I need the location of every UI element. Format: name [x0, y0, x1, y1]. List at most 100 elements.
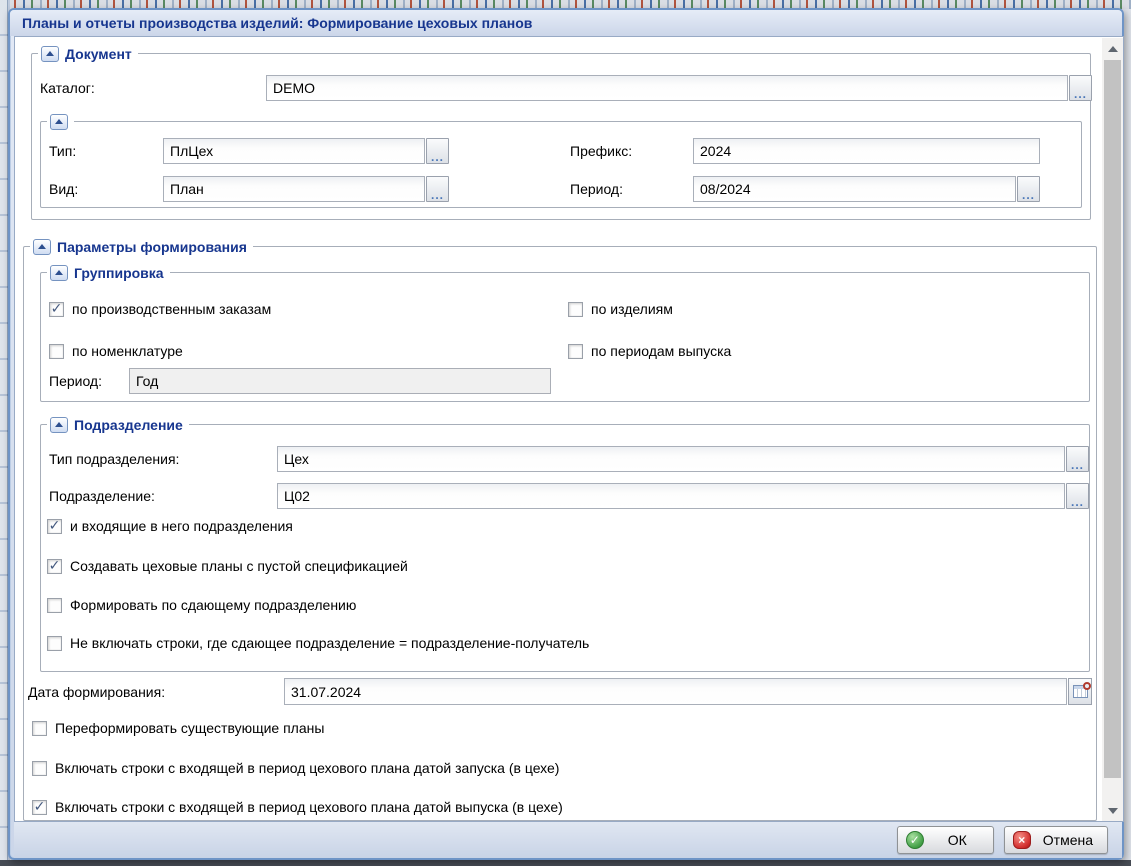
group-grouping-title: Группировка — [74, 265, 164, 281]
chevron-up-icon — [1108, 46, 1118, 52]
chevron-up-icon — [55, 119, 63, 124]
dialog-content: Документ Каталог: ... Тип: ... Вид: — [14, 36, 1124, 822]
checkbox-row-reform-existing-plans[interactable]: ✓ Переформировать существующие планы — [32, 718, 324, 738]
checkbox-reform-existing-plans[interactable]: ✓ — [32, 721, 47, 736]
dialog-title: Планы и отчеты производства изделий: Фор… — [22, 15, 532, 31]
chevron-up-icon — [38, 244, 46, 249]
checkbox-row-include-launch-date-rows[interactable]: ✓ Включать строки с входящей в период це… — [32, 758, 559, 778]
scroll-down-button[interactable] — [1102, 802, 1123, 819]
dialog-footer: ✓ ОК × Отмена — [14, 822, 1122, 858]
dept-type-input[interactable] — [277, 446, 1065, 472]
scroll-thumb[interactable] — [1104, 60, 1121, 778]
checkbox-label: Переформировать существующие планы — [55, 720, 324, 736]
formation-date-calendar-button[interactable] — [1068, 678, 1092, 705]
formation-date-input[interactable] — [284, 678, 1067, 705]
catalog-label: Каталог: — [40, 80, 95, 96]
catalog-field: ... — [266, 75, 1092, 101]
check-icon: ✓ — [49, 518, 61, 532]
background-app-bottom — [0, 860, 1131, 866]
checkbox-label: по изделиям — [591, 301, 673, 317]
formation-date-label: Дата формирования: — [28, 684, 165, 700]
period-label: Период: — [570, 181, 623, 197]
chevron-down-icon — [1108, 808, 1118, 814]
group-formation-parameters-title: Параметры формирования — [57, 239, 247, 255]
checkbox-row-exclude-self-delivery-rows[interactable]: ✓ Не включать строки, где сдающее подраз… — [47, 633, 589, 653]
group-document-title: Документ — [65, 46, 132, 62]
kind-browse-button[interactable]: ... — [426, 176, 449, 202]
vertical-scrollbar[interactable] — [1102, 38, 1123, 821]
period-browse-button[interactable]: ... — [1017, 176, 1040, 202]
cancel-x-icon: × — [1013, 831, 1031, 849]
checkbox-row-form-by-delivering-department[interactable]: ✓ Формировать по сдающему подразделению — [47, 595, 356, 615]
checkbox-row-include-output-date-rows[interactable]: ✓ Включать строки с входящей в период це… — [32, 797, 563, 817]
kind-field: ... — [163, 176, 449, 202]
scroll-up-button[interactable] — [1102, 40, 1123, 57]
group-formation-parameters-legend: Параметры формирования — [30, 237, 253, 256]
collapse-document-button[interactable] — [41, 46, 59, 62]
checkbox-row-include-child-departments[interactable]: ✓ и входящие в него подразделения — [47, 516, 293, 536]
type-label: Тип: — [49, 143, 76, 159]
kind-input[interactable] — [163, 176, 425, 202]
cancel-button[interactable]: × Отмена — [1004, 826, 1108, 854]
dept-field: ... — [277, 483, 1089, 509]
group-department-legend: Подразделение — [47, 415, 189, 434]
checkbox-label: по периодам выпуска — [591, 343, 731, 359]
checkbox-include-child-departments[interactable]: ✓ — [47, 519, 62, 534]
collapse-grouping-button[interactable] — [50, 265, 68, 281]
type-browse-button[interactable]: ... — [426, 138, 449, 164]
prefix-input[interactable] — [693, 138, 1040, 164]
checkbox-include-launch-date-rows[interactable]: ✓ — [32, 761, 47, 776]
chevron-up-icon — [46, 51, 54, 56]
checkbox-row-by-production-orders[interactable]: ✓ по производственным заказам — [49, 299, 271, 319]
collapse-document-details-button[interactable] — [50, 114, 68, 130]
type-input[interactable] — [163, 138, 425, 164]
group-department-title: Подразделение — [74, 417, 183, 433]
grouping-period-input — [129, 368, 551, 394]
collapse-department-button[interactable] — [50, 417, 68, 433]
ellipsis-icon: ... — [1074, 90, 1087, 98]
dept-browse-button[interactable]: ... — [1066, 483, 1089, 509]
ellipsis-icon: ... — [431, 153, 444, 161]
checkbox-row-by-nomenclature[interactable]: ✓ по номенклатуре — [49, 341, 183, 361]
dialog-titlebar[interactable]: Планы и отчеты производства изделий: Фор… — [10, 10, 1122, 36]
checkbox-by-production-orders[interactable]: ✓ — [49, 302, 64, 317]
formation-date-field — [284, 678, 1092, 705]
ok-button[interactable]: ✓ ОК — [897, 826, 994, 854]
ok-check-icon: ✓ — [906, 831, 924, 849]
checkbox-create-empty-spec-plans[interactable]: ✓ — [47, 559, 62, 574]
checkbox-row-create-empty-spec-plans[interactable]: ✓ Создавать цеховые планы с пустой специ… — [47, 556, 408, 576]
group-document: Документ Каталог: ... Тип: ... Вид: — [31, 53, 1091, 220]
group-grouping: Группировка ✓ по производственным заказа… — [40, 272, 1090, 402]
calendar-icon — [1073, 685, 1088, 698]
grouping-period-label: Период: — [49, 373, 102, 389]
dept-input[interactable] — [277, 483, 1065, 509]
prefix-field — [693, 138, 1040, 164]
dialog-shop-plans-formation: Планы и отчеты производства изделий: Фор… — [8, 8, 1124, 860]
collapse-formation-parameters-button[interactable] — [33, 239, 51, 255]
checkbox-label: Создавать цеховые планы с пустой специфи… — [70, 558, 408, 574]
chevron-up-icon — [55, 270, 63, 275]
catalog-browse-button[interactable]: ... — [1069, 75, 1092, 101]
checkbox-row-by-output-periods[interactable]: ✓ по периодам выпуска — [568, 341, 731, 361]
grouping-period-field — [129, 368, 551, 394]
checkbox-label: Формировать по сдающему подразделению — [70, 597, 356, 613]
checkbox-row-by-products[interactable]: ✓ по изделиям — [568, 299, 673, 319]
checkbox-by-output-periods[interactable]: ✓ — [568, 344, 583, 359]
checkbox-form-by-delivering-department[interactable]: ✓ — [47, 598, 62, 613]
dept-type-browse-button[interactable]: ... — [1066, 446, 1089, 472]
checkbox-by-products[interactable]: ✓ — [568, 302, 583, 317]
checkbox-label: Не включать строки, где сдающее подразде… — [70, 635, 589, 651]
checkbox-label: по номенклатуре — [72, 343, 183, 359]
checkbox-by-nomenclature[interactable]: ✓ — [49, 344, 64, 359]
catalog-input[interactable] — [266, 75, 1068, 101]
group-department: Подразделение Тип подразделения: ... Под… — [40, 424, 1090, 672]
checkbox-include-output-date-rows[interactable]: ✓ — [32, 800, 47, 815]
dept-type-label: Тип подразделения: — [49, 451, 179, 467]
group-formation-parameters: Параметры формирования Группировка ✓ по … — [23, 246, 1097, 821]
kind-label: Вид: — [49, 181, 78, 197]
check-icon: ✓ — [49, 558, 61, 572]
ellipsis-icon: ... — [1071, 461, 1084, 469]
ok-button-label: ОК — [936, 832, 979, 848]
checkbox-exclude-self-delivery-rows[interactable]: ✓ — [47, 636, 62, 651]
period-input[interactable] — [693, 176, 1016, 202]
